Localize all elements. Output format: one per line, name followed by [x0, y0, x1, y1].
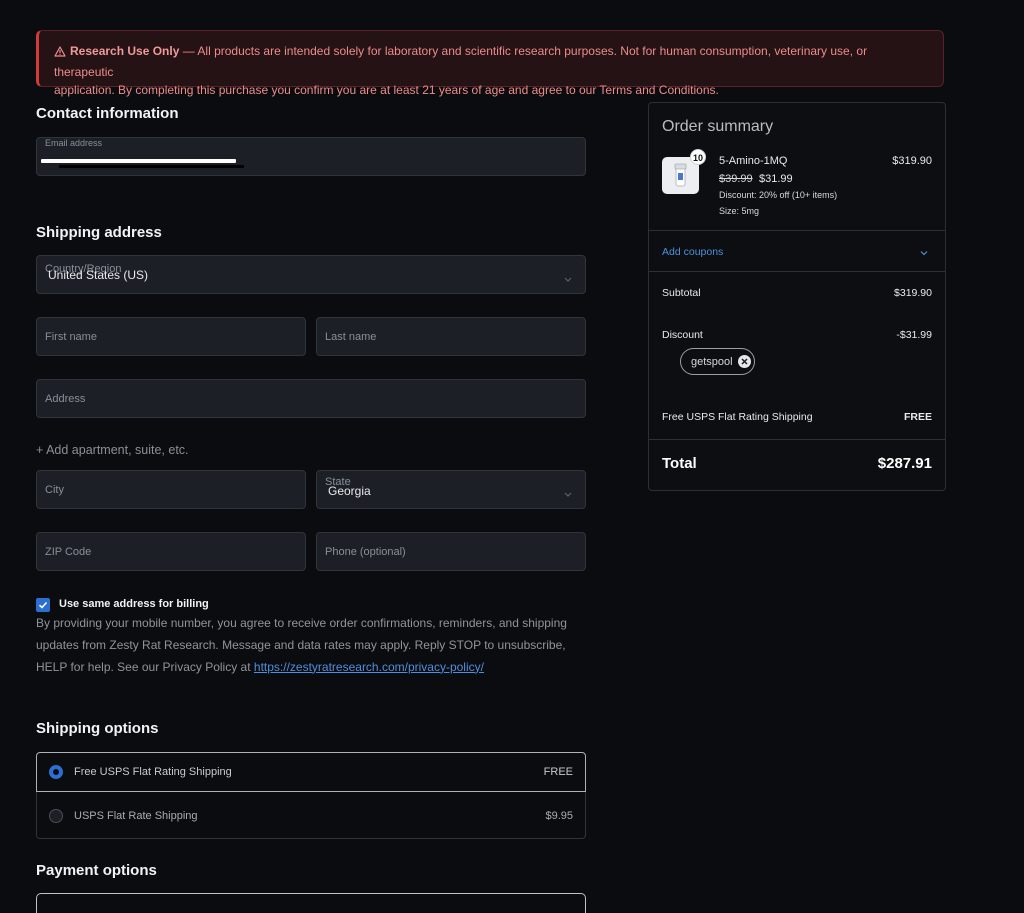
- address-field[interactable]: Address: [36, 379, 586, 418]
- radio-selected[interactable]: [49, 765, 63, 779]
- discount-label: Discount: [662, 329, 703, 341]
- subtotal-label: Subtotal: [662, 287, 701, 299]
- product-line-total: $319.90: [892, 155, 932, 167]
- order-summary-title: Order summary: [662, 118, 774, 135]
- chevron-down-icon: [564, 277, 572, 282]
- shipping-address-heading: Shipping address: [36, 224, 162, 241]
- state-value: Georgia: [328, 484, 371, 498]
- last-name-placeholder: Last name: [325, 331, 377, 343]
- email-field[interactable]: Email address: [36, 137, 586, 176]
- shipping-option-name: Free USPS Flat Rating Shipping: [74, 766, 232, 778]
- remove-coupon-icon[interactable]: [738, 355, 751, 368]
- same-billing-checkbox[interactable]: [36, 598, 50, 612]
- subtotal-value: $319.90: [894, 287, 932, 299]
- address-placeholder: Address: [45, 393, 86, 405]
- shipping-option-price: $9.95: [545, 810, 573, 822]
- sms-consent-text: By providing your mobile number, you agr…: [36, 613, 576, 678]
- shipping-option-flat[interactable]: USPS Flat Rate Shipping $9.95: [36, 792, 586, 839]
- first-name-field[interactable]: First name: [36, 317, 306, 356]
- contact-heading: Contact information: [36, 105, 179, 122]
- phone-field[interactable]: Phone (optional): [316, 532, 586, 571]
- checkmark-icon: [38, 601, 48, 609]
- state-select[interactable]: State Georgia: [316, 470, 586, 509]
- radio-unselected[interactable]: [49, 809, 63, 823]
- last-name-field[interactable]: Last name: [316, 317, 586, 356]
- first-name-placeholder: First name: [45, 331, 97, 343]
- country-select[interactable]: Country/Region United States (US): [36, 255, 586, 294]
- city-placeholder: City: [45, 484, 64, 496]
- email-redaction-mark: [59, 165, 244, 168]
- warning-triangle-icon: [54, 44, 66, 63]
- shipping-option-free[interactable]: Free USPS Flat Rating Shipping FREE: [36, 752, 586, 792]
- discount-value: -$31.99: [896, 329, 932, 341]
- original-price: $39.99: [719, 173, 753, 185]
- total-value: $287.91: [877, 455, 932, 472]
- shipping-value: FREE: [903, 411, 932, 423]
- city-field[interactable]: City: [36, 470, 306, 509]
- research-use-warning: Research Use Only — All products are int…: [36, 30, 944, 97]
- country-value: United States (US): [48, 268, 149, 282]
- chevron-down-icon: [564, 492, 572, 497]
- chevron-down-icon[interactable]: [919, 248, 929, 258]
- shipping-label: Free USPS Flat Rating Shipping: [662, 411, 813, 423]
- same-billing-label[interactable]: Use same address for billing: [59, 598, 209, 610]
- divider: [649, 230, 945, 231]
- total-label: Total: [662, 455, 697, 472]
- discount-note: Discount: 20% off (10+ items): [719, 190, 838, 200]
- add-apartment-link[interactable]: + Add apartment, suite, etc.: [36, 443, 189, 457]
- privacy-policy-link[interactable]: https://zestyratresearch.com/privacy-pol…: [254, 660, 484, 674]
- payment-options-heading: Payment options: [36, 862, 157, 879]
- add-coupons-toggle[interactable]: Add coupons: [662, 246, 723, 258]
- email-label: Email address: [45, 138, 103, 148]
- product-size: Size: 5mg: [719, 206, 760, 216]
- coupon-code: getspool: [691, 356, 733, 368]
- warning-text-2: application. By completing this purchase…: [54, 83, 719, 97]
- warning-title: Research Use Only: [70, 44, 180, 58]
- email-redacted-value: [41, 159, 236, 163]
- shipping-option-name: USPS Flat Rate Shipping: [74, 810, 198, 822]
- product-name: 5-Amino-1MQ: [719, 155, 788, 167]
- phone-placeholder: Phone (optional): [325, 546, 406, 558]
- order-summary: Order summary 10 5-Amino-1MQ $319.90 $39…: [648, 102, 946, 491]
- divider: [649, 439, 945, 440]
- shipping-option-price: FREE: [543, 766, 573, 778]
- payment-method-box[interactable]: [36, 893, 586, 913]
- zip-field[interactable]: ZIP Code: [36, 532, 306, 571]
- divider: [649, 271, 945, 272]
- shipping-options-heading: Shipping options: [36, 720, 159, 737]
- quantity-badge: 10: [690, 149, 706, 165]
- sale-price: $31.99: [759, 173, 793, 185]
- zip-placeholder: ZIP Code: [45, 546, 92, 558]
- coupon-chip: getspool: [680, 348, 755, 375]
